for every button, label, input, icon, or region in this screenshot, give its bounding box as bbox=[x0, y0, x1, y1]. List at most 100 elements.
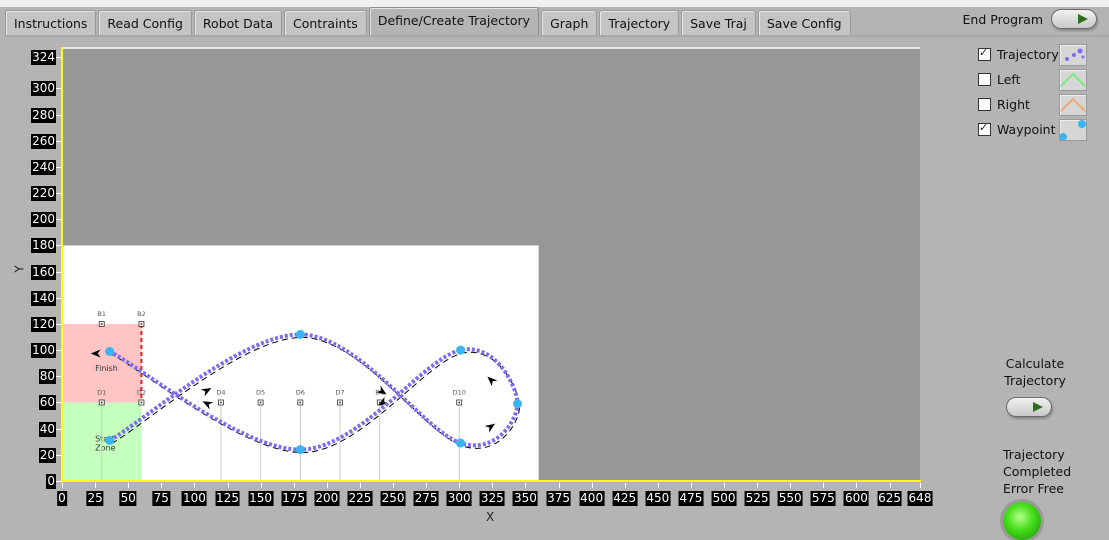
y-tick-label: 100 bbox=[31, 343, 56, 359]
x-tick-label: 600 bbox=[843, 491, 869, 506]
tab-contraints[interactable]: Contraints bbox=[284, 10, 367, 36]
tab-bar: Instructions Read Config Robot Data Contrai… bbox=[5, 7, 853, 36]
x-tick-label: 350 bbox=[512, 491, 538, 506]
calculate-label-line2: Trajectory bbox=[1004, 373, 1066, 388]
x-tick-label: 500 bbox=[711, 491, 737, 506]
x-axis-title: X bbox=[486, 510, 495, 524]
y-tick-label: 20 bbox=[38, 447, 56, 463]
x-tick-mark bbox=[227, 483, 229, 488]
end-program-control: End Program bbox=[963, 9, 1097, 29]
tab-graph[interactable]: Graph bbox=[541, 10, 598, 36]
tab-save-config[interactable]: Save Config bbox=[757, 10, 851, 36]
legend-item-right: Right bbox=[978, 92, 1087, 117]
waypoint-checkbox[interactable] bbox=[978, 121, 991, 136]
tab-robot-data[interactable]: Robot Data bbox=[193, 10, 282, 36]
y-tick-label: 324 bbox=[31, 50, 56, 65]
tab-instructions[interactable]: Instructions bbox=[5, 10, 97, 36]
y-tick-label: 200 bbox=[31, 212, 56, 228]
tab-define-create-trajectory[interactable]: Define/Create Trajectory bbox=[368, 7, 540, 36]
y-tick-label: 240 bbox=[31, 159, 56, 175]
trajectory-swatch-icon[interactable] bbox=[1059, 43, 1087, 66]
x-tick-mark bbox=[459, 483, 461, 488]
end-program-button[interactable] bbox=[1051, 9, 1097, 29]
x-tick-label: 648 bbox=[907, 491, 933, 506]
x-tick-mark bbox=[591, 483, 593, 488]
x-tick-label: 525 bbox=[744, 491, 770, 506]
x-tick-mark bbox=[920, 483, 921, 488]
x-tick-label: 100 bbox=[181, 491, 207, 506]
legend-label: Waypoint bbox=[997, 122, 1056, 137]
x-tick-mark bbox=[724, 483, 726, 488]
x-tick-label: 425 bbox=[612, 491, 638, 506]
left-swatch-icon[interactable] bbox=[1059, 68, 1087, 91]
trajectory-checkbox[interactable] bbox=[978, 46, 991, 61]
x-tick-label: 475 bbox=[678, 491, 704, 506]
y-tick-label: 140 bbox=[31, 290, 56, 306]
x-tick-label: 50 bbox=[119, 491, 137, 506]
legend-item-waypoint: Waypoint bbox=[978, 117, 1087, 142]
y-axis-line bbox=[61, 47, 63, 482]
x-tick-mark bbox=[823, 483, 825, 488]
calculate-trajectory-toggle[interactable] bbox=[1006, 397, 1052, 417]
x-tick-label: 450 bbox=[645, 491, 671, 506]
x-tick-mark bbox=[889, 483, 891, 488]
x-tick-label: 250 bbox=[380, 491, 406, 506]
x-tick-label: 0 bbox=[57, 491, 67, 506]
plot-legend: Trajectory Left Right Waypoint bbox=[978, 42, 1087, 142]
x-tick-mark bbox=[790, 483, 792, 488]
waypoint-swatch-icon[interactable] bbox=[1059, 118, 1087, 141]
right-checkbox[interactable] bbox=[978, 98, 991, 111]
x-tick-label: 175 bbox=[281, 491, 307, 506]
legend-label: Right bbox=[997, 97, 1030, 112]
window-top-strip bbox=[0, 0, 1109, 7]
play-icon bbox=[1033, 402, 1043, 412]
calculate-trajectory-label: Calculate Trajectory bbox=[1004, 355, 1066, 389]
right-swatch-icon[interactable] bbox=[1059, 93, 1087, 116]
x-tick-mark bbox=[657, 483, 659, 488]
legend-label: Left bbox=[997, 72, 1021, 87]
x-tick-label: 575 bbox=[810, 491, 836, 506]
x-tick-mark bbox=[260, 483, 262, 488]
x-tick-mark bbox=[525, 483, 527, 488]
tab-panel-border bbox=[5, 35, 1109, 37]
x-tick-mark bbox=[757, 483, 759, 488]
x-tick-mark bbox=[856, 483, 858, 488]
y-tick-label: 260 bbox=[31, 133, 56, 149]
tab-read-config[interactable]: Read Config bbox=[98, 10, 192, 36]
plot-top-edge bbox=[62, 47, 920, 49]
trajectory-status-label: Trajectory Completed Error Free bbox=[1003, 446, 1071, 497]
y-tick-label: 60 bbox=[38, 395, 56, 411]
x-tick-mark bbox=[194, 483, 196, 488]
x-tick-mark bbox=[359, 483, 361, 488]
x-axis-line bbox=[61, 480, 921, 482]
y-tick-label: 80 bbox=[38, 369, 56, 385]
calculate-trajectory-button[interactable] bbox=[1006, 397, 1052, 417]
x-tick-label: 400 bbox=[579, 491, 605, 506]
y-tick-label: 220 bbox=[31, 186, 56, 202]
y-tick-label: 120 bbox=[31, 316, 56, 332]
x-tick-mark bbox=[161, 483, 163, 488]
x-tick-label: 150 bbox=[248, 491, 274, 506]
x-tick-mark bbox=[690, 483, 692, 488]
y-tick-label: 40 bbox=[38, 421, 56, 437]
x-tick-mark bbox=[128, 483, 130, 488]
x-tick-label: 300 bbox=[446, 491, 472, 506]
x-tick-mark bbox=[393, 483, 395, 488]
plot-area[interactable] bbox=[62, 47, 920, 481]
x-tick-mark bbox=[426, 483, 428, 488]
tab-save-traj[interactable]: Save Traj bbox=[681, 10, 756, 36]
x-tick-mark bbox=[492, 483, 494, 488]
x-tick-label: 200 bbox=[314, 491, 340, 506]
tab-trajectory[interactable]: Trajectory bbox=[599, 10, 680, 36]
calculate-label-line1: Calculate bbox=[1005, 356, 1065, 371]
x-tick-label: 275 bbox=[413, 491, 439, 506]
legend-item-left: Left bbox=[978, 67, 1087, 92]
left-checkbox[interactable] bbox=[978, 73, 991, 86]
x-tick-label: 325 bbox=[479, 491, 505, 506]
y-tick-label: 160 bbox=[31, 264, 56, 280]
status-led-indicator bbox=[1003, 502, 1041, 540]
x-tick-mark bbox=[558, 483, 560, 488]
legend-label: Trajectory bbox=[997, 47, 1059, 62]
y-tick-label: 300 bbox=[31, 81, 56, 97]
y-tick-label: 0 bbox=[46, 474, 56, 489]
